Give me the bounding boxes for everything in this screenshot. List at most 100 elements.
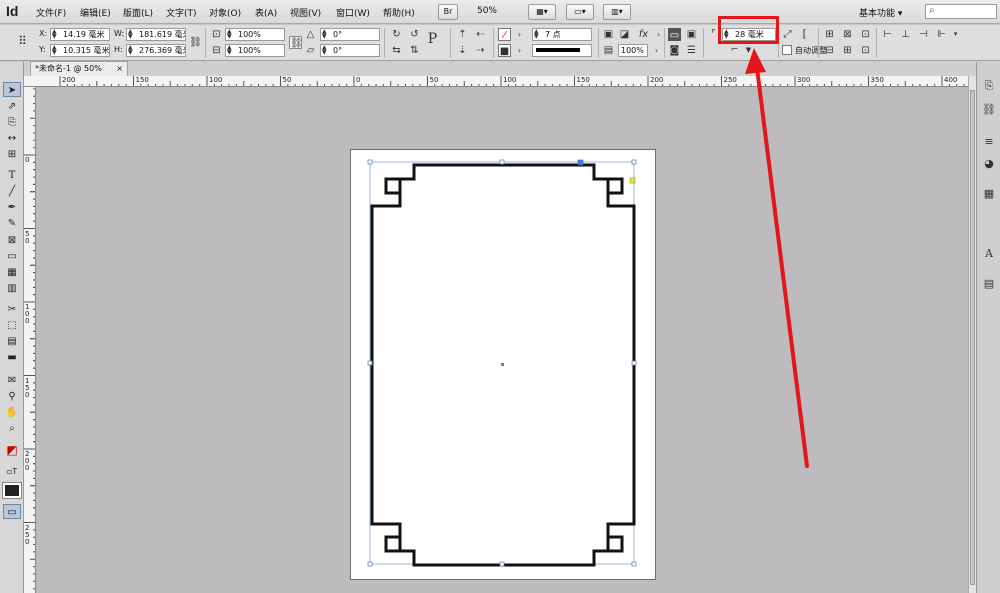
- menu-edit[interactable]: 编辑(E): [80, 6, 111, 19]
- arrange-documents-button[interactable]: ▥▾: [603, 4, 631, 20]
- line-tool-icon[interactable]: ╱: [3, 184, 21, 199]
- text-wrap-jump-icon[interactable]: ☰: [685, 44, 698, 57]
- scissors-tool-icon[interactable]: ✂: [3, 302, 21, 317]
- stroke-panel-icon[interactable]: ≡: [981, 134, 997, 150]
- constrain-proportions-icon[interactable]: ⛓: [189, 36, 202, 49]
- handle-top-center[interactable]: [499, 159, 505, 165]
- pen-tool-icon[interactable]: ✒: [3, 200, 21, 215]
- corner-shape-icon[interactable]: ⌐: [728, 44, 741, 57]
- menu-help[interactable]: 帮助(H): [383, 6, 415, 19]
- handle-top-right[interactable]: [631, 159, 637, 165]
- note-tool-icon[interactable]: ✉: [3, 373, 21, 388]
- select-content-icon[interactable]: ⇣: [456, 44, 469, 57]
- handle-middle-left[interactable]: [367, 360, 373, 366]
- constrain-scale-icon[interactable]: ⛓: [289, 36, 303, 49]
- menu-type[interactable]: 文字(T): [166, 6, 197, 19]
- gradient-feather-tool-icon[interactable]: ▬: [3, 350, 21, 365]
- stroke-type-dropdown[interactable]: [532, 44, 592, 57]
- hand-tool-icon[interactable]: ✋: [3, 405, 21, 420]
- stroke-weight-field[interactable]: ▲ ▼ 7 点: [532, 28, 592, 41]
- bridge-button[interactable]: Br: [438, 4, 458, 20]
- fill-stroke-icon[interactable]: ◩: [3, 443, 21, 461]
- align-center-icon[interactable]: ⊥: [899, 28, 912, 41]
- screen-mode-icon[interactable]: ▭: [3, 504, 21, 519]
- menu-window[interactable]: 窗口(W): [336, 6, 370, 19]
- content-fit-b-icon[interactable]: ⊞: [841, 44, 854, 57]
- rotation-field[interactable]: ▲ ▼ 0°: [320, 28, 380, 41]
- apply-color-icon[interactable]: [2, 482, 22, 499]
- align-right-icon[interactable]: ⊣: [917, 28, 930, 41]
- rotate-ccw-icon[interactable]: ↺: [408, 28, 421, 41]
- height-field[interactable]: ▲ ▼ 276.369 毫米: [126, 44, 186, 57]
- close-icon[interactable]: ×: [116, 62, 123, 75]
- selection-tool-icon[interactable]: ➤: [3, 82, 21, 97]
- scale-x-field[interactable]: ▲ ▼ 100%: [225, 28, 285, 41]
- rectangle-tool-icon[interactable]: ▭: [3, 249, 21, 264]
- menu-file[interactable]: 文件(F): [36, 6, 66, 19]
- select-previous-icon[interactable]: ⇠: [474, 28, 487, 41]
- corner-shape-chevron-icon[interactable]: ▼: [742, 44, 755, 57]
- gap-tool-icon[interactable]: ↔: [3, 131, 21, 146]
- vertical-grid-tool-icon[interactable]: ▥: [3, 281, 21, 296]
- document-page[interactable]: [350, 149, 656, 580]
- stroke-menu-chevron-icon[interactable]: ›: [513, 44, 526, 57]
- content-fit-c-icon[interactable]: ⊡: [859, 44, 872, 57]
- handle-bottom-center[interactable]: [499, 561, 505, 567]
- stroke-swatch-icon[interactable]: ■: [498, 44, 511, 57]
- handle-bottom-left[interactable]: [367, 561, 373, 567]
- handle-bottom-right[interactable]: [631, 561, 637, 567]
- pasteboard[interactable]: [36, 87, 968, 593]
- zoom-tool-icon[interactable]: ⌕: [3, 421, 21, 436]
- horizontal-grid-tool-icon[interactable]: ▦: [3, 265, 21, 280]
- pencil-tool-icon[interactable]: ✎: [3, 216, 21, 231]
- align-left-icon[interactable]: ⊢: [881, 28, 894, 41]
- search-input[interactable]: ⌕: [925, 4, 997, 19]
- menu-view[interactable]: 视图(V): [290, 6, 321, 19]
- opacity-field[interactable]: 100%: [618, 44, 648, 57]
- menu-object[interactable]: 对象(O): [209, 6, 241, 19]
- rotate-cw-icon[interactable]: ↻: [390, 28, 403, 41]
- live-corner-handle[interactable]: [629, 177, 636, 184]
- vertical-scrollbar[interactable]: [968, 76, 976, 593]
- path-anchor-point[interactable]: [577, 159, 584, 166]
- fx-icon[interactable]: fx: [637, 28, 650, 41]
- content-collector-tool-icon[interactable]: ⊞: [3, 147, 21, 162]
- paragraph-panel-icon[interactable]: ▤: [981, 276, 997, 292]
- screen-mode-button[interactable]: ▭▾: [566, 4, 594, 20]
- character-panel-icon[interactable]: A: [981, 246, 997, 262]
- page-tool-icon[interactable]: ⎘: [3, 115, 21, 130]
- view-options-button[interactable]: ▦▾: [528, 4, 556, 20]
- fit-content-proportionally-icon[interactable]: ⊡: [859, 28, 872, 41]
- eyedropper-tool-icon[interactable]: ⚲: [3, 389, 21, 404]
- swatches-panel-icon[interactable]: ▦: [981, 186, 997, 202]
- effects-icon[interactable]: ◪: [618, 28, 631, 41]
- x-position-field[interactable]: ▲ ▼ 14.19 毫米: [50, 28, 110, 41]
- fill-frame-proportionally-icon[interactable]: ⊠: [841, 28, 854, 41]
- type-tool-icon[interactable]: T: [3, 168, 21, 183]
- handle-middle-right[interactable]: [631, 360, 637, 366]
- formatting-affects-icon[interactable]: ▫T: [3, 464, 21, 479]
- align-chevron-icon[interactable]: ▾: [949, 28, 962, 41]
- direct-selection-tool-icon[interactable]: ⇗: [3, 99, 21, 114]
- fill-none-swatch-icon[interactable]: ⁄: [498, 28, 511, 41]
- free-transform-tool-icon[interactable]: ⬚: [3, 318, 21, 333]
- links-panel-icon[interactable]: ⛓: [981, 102, 997, 118]
- menu-layout[interactable]: 版面(L): [123, 6, 153, 19]
- select-next-icon[interactable]: ⇢: [474, 44, 487, 57]
- color-panel-icon[interactable]: ◕: [981, 156, 997, 172]
- opacity-chevron-icon[interactable]: ›: [650, 44, 663, 57]
- fill-menu-chevron-icon[interactable]: ›: [513, 28, 526, 41]
- text-wrap-none-icon[interactable]: ▭: [668, 28, 681, 41]
- width-field[interactable]: ▲ ▼ 181.619 毫米: [126, 28, 186, 41]
- gradient-swatch-tool-icon[interactable]: ▤: [3, 334, 21, 349]
- workspace-switcher[interactable]: 基本功能 ▾: [859, 6, 902, 19]
- fit-content-to-frame-icon[interactable]: ⤢: [781, 28, 794, 41]
- y-position-field[interactable]: ▲ ▼ 10.315 毫米: [50, 44, 110, 57]
- flip-vertical-icon[interactable]: ⇅: [408, 44, 421, 57]
- decorative-border-frame[interactable]: [350, 149, 656, 580]
- flip-horizontal-icon[interactable]: ⇆: [390, 44, 403, 57]
- pages-panel-icon[interactable]: ⎘: [981, 78, 997, 94]
- reference-point-icon[interactable]: ⠿: [16, 35, 29, 48]
- center-content-icon[interactable]: ⊞: [823, 28, 836, 41]
- handle-top-left[interactable]: [367, 159, 373, 165]
